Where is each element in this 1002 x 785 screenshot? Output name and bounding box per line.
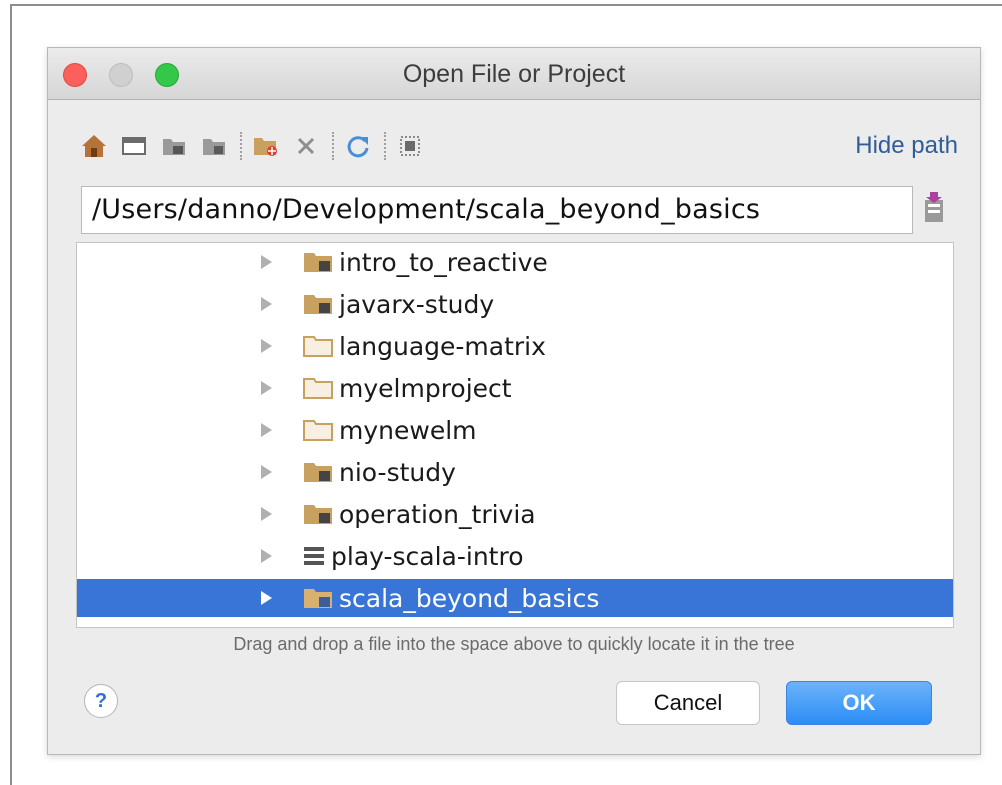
module-folder-icon (304, 589, 332, 608)
tree-item-label: scala_beyond_basics (339, 583, 600, 613)
tree-item-label: language-matrix (339, 331, 546, 361)
expand-arrow-icon[interactable] (261, 297, 272, 311)
project-folder-icon (163, 139, 185, 155)
toolbar: Hide path (78, 128, 958, 164)
tree-item-label: myelmproject (339, 373, 512, 403)
expand-arrow-icon[interactable] (261, 549, 272, 563)
project-button[interactable] (158, 128, 190, 164)
show-hidden-icon (400, 136, 420, 156)
tree-item-label: mynewelm (339, 415, 477, 445)
path-history-button[interactable] (922, 190, 946, 226)
tree-item-label: play-scala-intro (331, 541, 524, 571)
ok-button[interactable]: OK (786, 681, 932, 725)
toolbar-separator (384, 132, 386, 160)
show-hidden-button[interactable] (394, 128, 426, 164)
folder-icon (303, 420, 333, 441)
tree-item-label: intro_to_reactive (339, 247, 548, 277)
tree-item[interactable]: play-scala-intro (77, 537, 953, 575)
path-field[interactable]: /Users/danno/Development/scala_beyond_ba… (81, 186, 913, 234)
tree-item[interactable]: nio-study (77, 453, 953, 491)
expand-arrow-icon[interactable] (261, 381, 272, 395)
module-button[interactable] (198, 128, 230, 164)
tree-item[interactable]: operation_trivia (77, 495, 953, 533)
folder-icon (303, 378, 333, 399)
new-folder-button[interactable] (250, 128, 282, 164)
desktop-button[interactable] (118, 128, 150, 164)
refresh-button[interactable] (342, 128, 374, 164)
delete-button[interactable] (290, 128, 322, 164)
tree-item-label: javarx-study (339, 289, 495, 319)
module-folder-icon (304, 295, 332, 314)
hide-path-link[interactable]: Hide path (855, 132, 958, 160)
window-title: Open File or Project (402, 60, 626, 88)
desktop-icon (122, 137, 146, 155)
new-folder-icon (254, 138, 277, 156)
expand-arrow-icon[interactable] (261, 339, 272, 353)
toolbar-separator (332, 132, 334, 160)
delete-icon (297, 137, 315, 155)
drag-drop-hint: Drag and drop a file into the space abov… (233, 634, 795, 654)
folder-icon (303, 336, 333, 357)
expand-arrow-icon[interactable] (261, 591, 272, 605)
tree-item[interactable]: mynewelm (77, 411, 953, 449)
home-button[interactable] (78, 128, 110, 164)
module-folder-icon (203, 139, 225, 155)
tree-item-selected[interactable]: scala_beyond_basics (77, 579, 953, 617)
stack-icon (304, 547, 324, 565)
expand-arrow-icon[interactable] (261, 423, 272, 437)
tree-item-label: nio-study (339, 457, 456, 487)
expand-arrow-icon[interactable] (261, 507, 272, 521)
tree-item-label: operation_trivia (339, 499, 536, 529)
file-tree[interactable]: intro_to_reactive javarx-study language-… (76, 242, 954, 628)
home-icon (82, 135, 106, 157)
expand-arrow-icon[interactable] (261, 255, 272, 269)
expand-arrow-icon[interactable] (261, 465, 272, 479)
refresh-icon (347, 136, 369, 158)
module-folder-icon (304, 463, 332, 482)
title-bar: Open File or Project (48, 48, 980, 100)
open-file-dialog: Open File or Project Hide path /Users/da… (47, 47, 981, 755)
tree-item[interactable]: javarx-study (77, 285, 953, 323)
module-folder-icon (304, 253, 332, 272)
help-button[interactable]: ? (84, 684, 118, 718)
cancel-button[interactable]: Cancel (616, 681, 760, 725)
toolbar-separator (240, 132, 242, 160)
path-history-icon (925, 192, 943, 222)
tree-item[interactable]: intro_to_reactive (77, 243, 953, 281)
tree-item[interactable]: myelmproject (77, 369, 953, 407)
module-folder-icon (304, 505, 332, 524)
tree-item[interactable]: language-matrix (77, 327, 953, 365)
